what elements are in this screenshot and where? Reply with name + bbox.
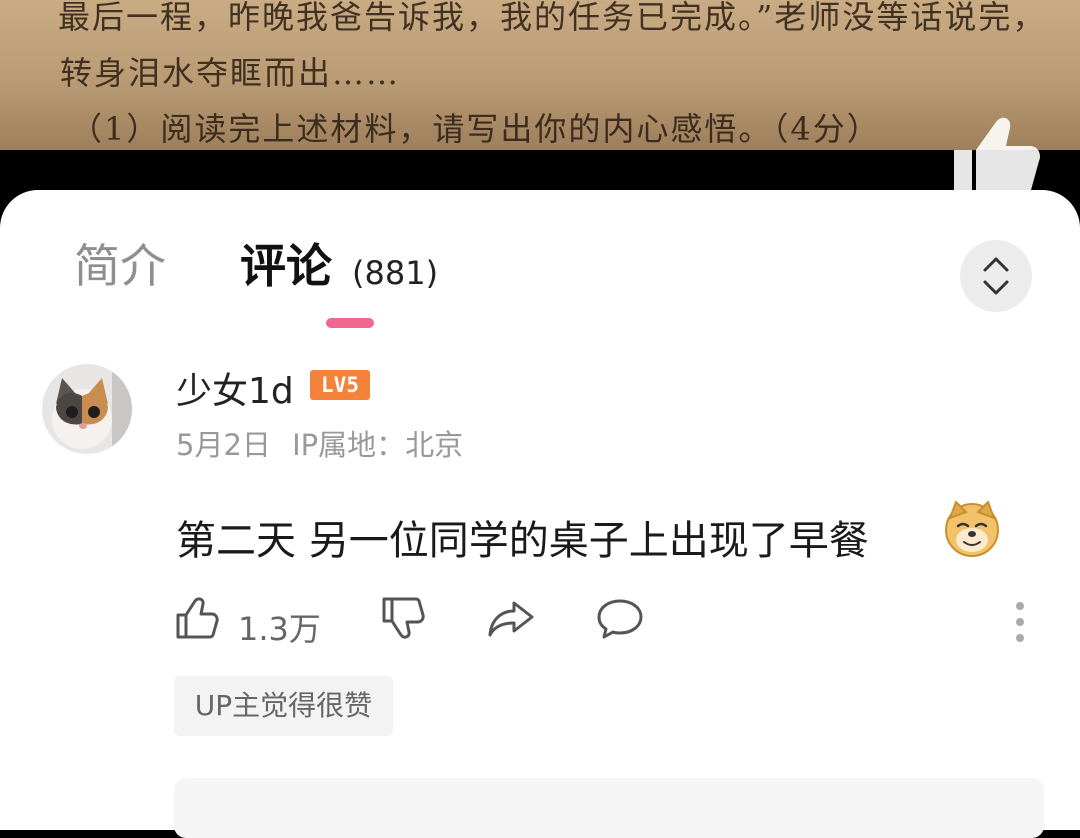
video-player[interactable]: 最后一程，昨晚我爸告诉我，我的任务已完成。”老师没等话说完， 转身泪水夺眶而出…… [0, 0, 1080, 150]
reply-icon[interactable] [596, 595, 644, 641]
like-count: 1.3万 [238, 610, 321, 648]
comment-username[interactable]: 少女1d [176, 362, 294, 414]
avatar[interactable] [42, 364, 132, 454]
chevron-up-down-icon [983, 257, 1009, 295]
cat-avatar-image [42, 364, 132, 454]
up-liked-badge: UP主觉得很赞 [174, 676, 393, 736]
comment-text: 第二天 另一位同学的桌子上出现了早餐 [176, 518, 869, 564]
comment-meta: 5月2日 IP属地：北京 [176, 422, 463, 464]
reply-preview-box[interactable] [174, 778, 1044, 838]
active-tab-indicator [326, 318, 374, 328]
tab-comments[interactable]: 评论 [240, 238, 332, 294]
comment-count: (881) [352, 254, 439, 292]
expand-panel-button[interactable] [960, 240, 1032, 312]
comments-panel: 简介 评论 (881) 少女1d LV5 5月2日 IP属地：北京 第二天 另一… [0, 190, 1080, 838]
video-text-line: 最后一程，昨晚我爸告诉我，我的任务已完成。”老师没等话说完， [58, 0, 1047, 36]
thumbs-up-overlay-icon [954, 117, 1040, 190]
comment-date: 5月2日 [176, 428, 271, 462]
dislike-icon[interactable] [380, 595, 426, 641]
video-text-line: （1）阅读完上述材料，请写出你的内心感悟。（4分） [70, 110, 881, 148]
doge-emoji-icon [945, 500, 999, 557]
like-icon[interactable] [174, 595, 220, 641]
more-options-icon[interactable] [1012, 600, 1028, 644]
comment-ip-location: IP属地：北京 [292, 428, 464, 462]
level-badge: LV5 [310, 370, 370, 400]
video-text-line: 转身泪水夺眶而出…… [60, 54, 401, 92]
tab-intro[interactable]: 简介 [74, 238, 166, 294]
share-icon[interactable] [486, 595, 536, 641]
